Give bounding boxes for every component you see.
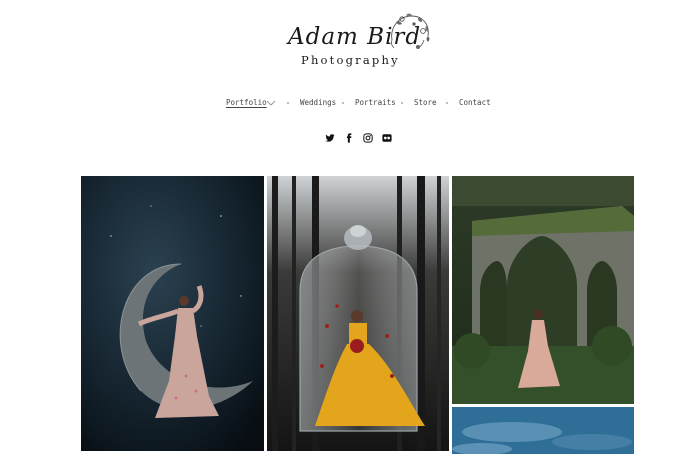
site-logo[interactable]: Adam Bird Photography [285, 10, 435, 70]
nav-separator [342, 102, 344, 104]
nav-separator [287, 102, 289, 104]
photo-blue-sky-clouds[interactable] [452, 407, 634, 454]
nav-separator [401, 102, 403, 104]
floral-wreath-icon [390, 13, 430, 49]
nav-item-contact[interactable]: Contact [459, 98, 491, 108]
chevron-down-icon[interactable] [266, 99, 276, 107]
logo-subtitle: Photography [301, 53, 400, 67]
nav-item-portraits[interactable]: Portraits [355, 98, 396, 108]
nav-item-store[interactable]: Store [414, 98, 437, 108]
instagram-icon[interactable] [363, 133, 373, 143]
nav-item-portfolio[interactable]: Portfolio [226, 98, 267, 108]
photo-woman-on-crescent-moon[interactable] [81, 176, 264, 451]
main-nav: Portfolio Weddings Portraits Store Conta… [0, 98, 700, 110]
nav-separator [446, 102, 448, 104]
flickr-icon[interactable] [382, 133, 392, 143]
facebook-icon[interactable] [344, 133, 354, 143]
photo-woman-under-glass-bell-jar[interactable] [267, 176, 449, 451]
photo-woman-in-stone-ruins[interactable] [452, 176, 634, 404]
twitter-icon[interactable] [325, 133, 335, 143]
nav-item-weddings[interactable]: Weddings [300, 98, 336, 108]
